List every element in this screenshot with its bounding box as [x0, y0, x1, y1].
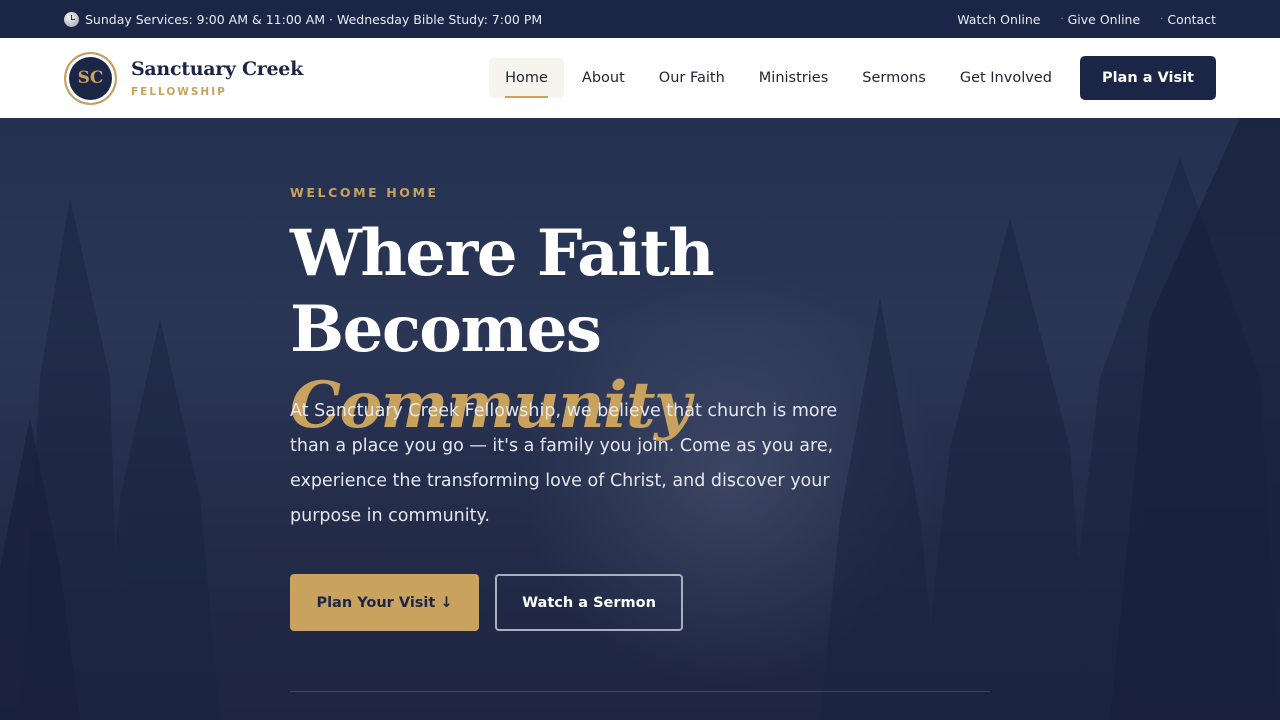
give-online-link[interactable]: Give Online [1068, 12, 1141, 27]
logo[interactable]: SC [64, 51, 117, 105]
hero-divider [290, 691, 990, 692]
main-nav: Home About Our Faith Ministries Sermons … [487, 56, 1216, 100]
service-times: Sunday Services: 9:00 AM & 11:00 AM · We… [64, 11, 543, 27]
headline-line-1: Where Faith Becomes [290, 216, 715, 367]
hero-lead-text: At Sanctuary Creek Fellowship, we believ… [290, 401, 838, 526]
brand-text: Sanctuary Creek FELLOWSHIP [131, 58, 303, 98]
site-header: SC Sanctuary Creek FELLOWSHIP Home About… [0, 38, 1280, 118]
plan-your-visit-button[interactable]: Plan Your Visit ↓ [290, 574, 479, 631]
nav-home[interactable]: Home [489, 58, 564, 98]
nav-sermons[interactable]: Sermons [846, 58, 942, 98]
top-links: Watch Online · Give Online · Contact [957, 12, 1216, 27]
hero-section: WELCOME HOME Where Faith Becomes Communi… [0, 118, 1280, 720]
hero-actions: Plan Your Visit ↓ Watch a Sermon [290, 574, 683, 631]
nav-get-involved[interactable]: Get Involved [944, 58, 1068, 98]
watch-a-sermon-button[interactable]: Watch a Sermon [495, 574, 683, 631]
service-times-text: Sunday Services: 9:00 AM & 11:00 AM · We… [85, 11, 543, 27]
plan-a-visit-button[interactable]: Plan a Visit [1079, 56, 1216, 100]
brand[interactable]: SC Sanctuary Creek FELLOWSHIP [64, 51, 303, 105]
logo-monogram: SC [77, 68, 104, 88]
separator: · [1060, 13, 1064, 25]
contact-link[interactable]: Contact [1167, 12, 1216, 27]
nav-about[interactable]: About [566, 58, 641, 98]
nav-ministries[interactable]: Ministries [743, 58, 844, 98]
separator: · [1160, 13, 1164, 25]
brand-subtitle: FELLOWSHIP [131, 86, 227, 98]
brand-name: Sanctuary Creek [131, 58, 303, 80]
clock-icon [64, 11, 79, 27]
top-info-bar: Sunday Services: 9:00 AM & 11:00 AM · We… [0, 0, 1280, 38]
hero-eyebrow: WELCOME HOME [290, 185, 439, 200]
watch-online-link[interactable]: Watch Online [957, 12, 1040, 27]
nav-our-faith[interactable]: Our Faith [643, 58, 741, 98]
